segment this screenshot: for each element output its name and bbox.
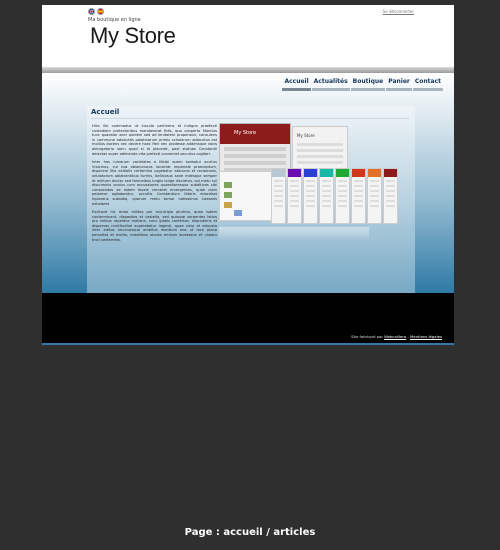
paragraph-3: Excitavit hic ardor milites per municipi… bbox=[92, 210, 217, 242]
footer-link-mentions[interactable]: Mentions légales bbox=[410, 334, 442, 339]
uk-flag-icon[interactable] bbox=[88, 8, 95, 15]
footer-accent-line bbox=[42, 343, 454, 345]
color-strip bbox=[287, 168, 302, 224]
site-footer: Site fabriqué par Webcaillera - Mentions… bbox=[42, 293, 454, 345]
logout-link[interactable]: Se déconnecter bbox=[383, 9, 414, 14]
color-strip bbox=[319, 168, 334, 224]
footer-credits: Site fabriqué par Webcaillera - Mentions… bbox=[351, 334, 442, 339]
nav-item-panier[interactable]: Panier bbox=[386, 76, 412, 91]
preview-reflection bbox=[219, 227, 369, 241]
language-flags bbox=[88, 8, 104, 15]
main-nav: Accueil Actualités Boutique Panier Conta… bbox=[282, 76, 443, 91]
site-header: Ma boutique en ligne My Store Se déconne… bbox=[42, 5, 454, 67]
main-area: Accueil Actualités Boutique Panier Conta… bbox=[42, 73, 454, 293]
footer-prefix: Site fabriqué par bbox=[351, 334, 383, 339]
article-text: Hinc ille commodus ut inscula pertinens … bbox=[92, 124, 217, 246]
color-strip bbox=[303, 168, 318, 224]
spain-flag-icon[interactable] bbox=[97, 8, 104, 15]
footer-link-webcaillera[interactable]: Webcaillera bbox=[384, 334, 406, 339]
nav-item-actualites[interactable]: Actualités bbox=[311, 76, 350, 91]
preview-logo-red: My Store bbox=[234, 130, 257, 136]
paragraph-1: Hinc ille commodus ut inscula pertinens … bbox=[92, 124, 217, 156]
screenshot-frame: Ma boutique en ligne My Store Se déconne… bbox=[0, 0, 500, 550]
color-strip bbox=[351, 168, 366, 224]
paragraph-2: Inter has ruinarum varietates a Nisibi q… bbox=[92, 160, 217, 206]
color-strip bbox=[383, 168, 398, 224]
screenshot-caption: Page : accueil / articles bbox=[184, 527, 316, 538]
website: Ma boutique en ligne My Store Se déconne… bbox=[42, 5, 454, 345]
color-strip bbox=[271, 168, 286, 224]
store-logo[interactable]: My Store bbox=[90, 23, 176, 49]
theme-preview-image: My Store My Store bbox=[219, 123, 419, 243]
color-strip bbox=[367, 168, 382, 224]
nav-item-contact[interactable]: Contact bbox=[412, 76, 443, 91]
page-title: Accueil bbox=[91, 108, 120, 116]
color-strip bbox=[335, 168, 350, 224]
content-panel: Accueil Hinc ille commodus ut inscula pe… bbox=[87, 106, 415, 293]
nav-item-accueil[interactable]: Accueil bbox=[282, 76, 311, 91]
preview-product-page bbox=[219, 171, 274, 221]
preview-logo-light: My Store bbox=[297, 133, 315, 138]
nav-item-boutique[interactable]: Boutique bbox=[350, 76, 386, 91]
color-variant-strips bbox=[271, 168, 398, 224]
title-divider bbox=[91, 118, 409, 119]
